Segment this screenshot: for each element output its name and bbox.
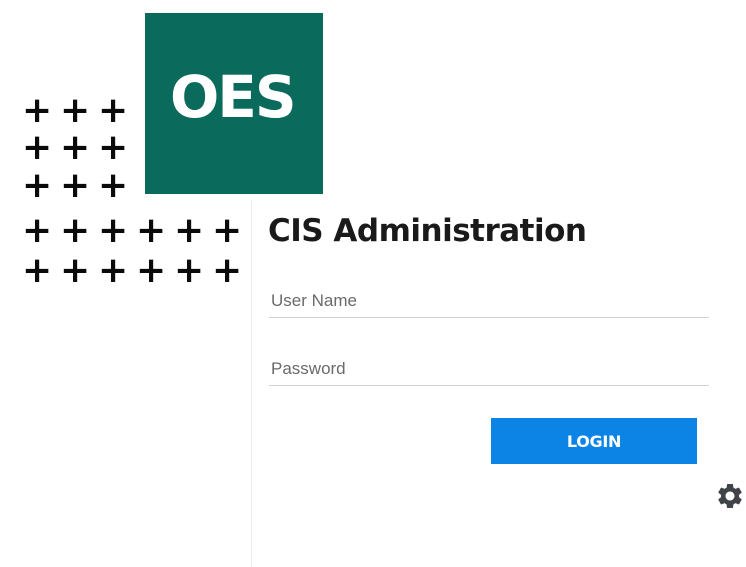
login-page: OES + + + + + + + + + + + + + + + + + + … — [0, 0, 746, 567]
plus-icon: + — [136, 250, 167, 291]
password-input[interactable] — [269, 352, 709, 386]
plus-icon: + — [212, 250, 243, 291]
plus-icon: + — [98, 127, 129, 168]
plus-icon: + — [136, 210, 167, 251]
login-button[interactable]: LOGIN — [491, 418, 697, 464]
plus-icon: + — [60, 165, 91, 206]
username-input[interactable] — [269, 284, 709, 318]
plus-icon: + — [22, 165, 53, 206]
plus-icon: + — [60, 127, 91, 168]
plus-icon: + — [174, 210, 205, 251]
plus-icon: + — [60, 210, 91, 251]
vertical-divider — [251, 200, 252, 567]
plus-icon: + — [98, 210, 129, 251]
plus-icon: + — [60, 250, 91, 291]
plus-icon: + — [98, 165, 129, 206]
plus-icon: + — [22, 250, 53, 291]
plus-icon: + — [22, 90, 53, 131]
plus-icon: + — [60, 90, 91, 131]
oes-logo-text: OES — [170, 63, 297, 131]
plus-icon: + — [212, 210, 243, 251]
page-title: CIS Administration — [268, 213, 587, 249]
plus-icon: + — [22, 127, 53, 168]
plus-icon: + — [174, 250, 205, 291]
plus-icon: + — [98, 250, 129, 291]
plus-icon: + — [98, 90, 129, 131]
gear-icon[interactable] — [715, 481, 745, 511]
plus-icon: + — [22, 210, 53, 251]
